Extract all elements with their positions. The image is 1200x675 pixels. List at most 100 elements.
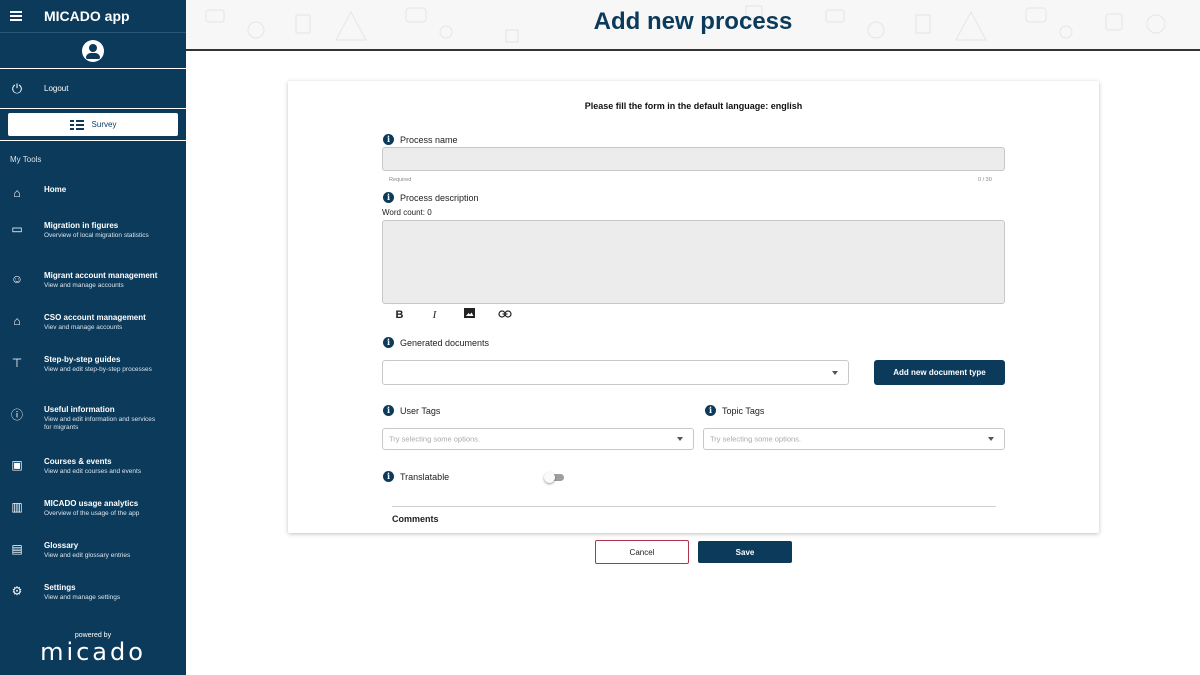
chevron-down-icon: [832, 370, 838, 375]
topic-tags-label-row: i Topic Tags: [705, 405, 764, 416]
sidebar-item-home[interactable]: ⌂ Home: [0, 184, 66, 200]
generated-docs-select[interactable]: [382, 360, 849, 385]
sidebar-item-settings[interactable]: ⚙ Settings View and manage settings: [0, 582, 164, 602]
sidebar-item-courses-events[interactable]: ▣ Courses & events View and edit courses a…: [0, 456, 164, 476]
user-avatar-row: [0, 32, 186, 69]
sidebar-item-subtitle: View and manage accounts: [44, 282, 124, 289]
logout-button[interactable]: ⏻ Logout: [0, 69, 186, 109]
word-count: Word count: 0: [382, 208, 432, 217]
sidebar-item-text: Glossary View and edit glossary entries: [44, 540, 164, 560]
sidebar-item-title: CSO account management: [44, 313, 146, 322]
figures-icon: ▭: [11, 222, 23, 236]
char-counter: 0 / 30: [978, 177, 992, 183]
sidebar-item-subtitle: Overview of the usage of the app: [44, 510, 140, 517]
user-avatar-icon[interactable]: [82, 39, 104, 62]
sidebar-item-title: Home: [44, 185, 67, 194]
sidebar-item-subtitle: View and manage settings: [44, 594, 121, 601]
add-document-type-button[interactable]: Add new document type: [874, 360, 1005, 385]
sidebar-item-text: Step-by-step guides View and edit step-by…: [44, 354, 164, 374]
topic-tags-select[interactable]: Try selecting some options.: [703, 428, 1005, 450]
required-hint: Required: [389, 177, 412, 183]
save-button[interactable]: Save: [698, 541, 792, 563]
comments-heading[interactable]: Comments: [392, 514, 439, 524]
description-label: Process description: [400, 192, 479, 203]
sidebar-item-subtitle: Overview of local migration statistics: [44, 232, 149, 239]
survey-section: Survey: [0, 109, 186, 141]
cancel-button[interactable]: Cancel: [595, 540, 689, 564]
sidebar-item-micado-usage-analytics[interactable]: ▥ MICADO usage analytics Overview of the u…: [0, 498, 164, 518]
info-icon[interactable]: i: [383, 405, 394, 416]
italic-button[interactable]: I: [417, 309, 452, 321]
generated-docs-label: Generated documents: [400, 337, 490, 348]
hamburger-menu-icon[interactable]: [10, 11, 24, 21]
survey-button[interactable]: Survey: [8, 113, 178, 136]
image-icon: [464, 308, 475, 318]
sidebar-item-glossary[interactable]: ▤ Glossary View and edit glossary entries: [0, 540, 164, 560]
sidebar-item-title: Settings: [44, 583, 76, 592]
info-icon[interactable]: i: [383, 471, 394, 482]
sidebar-item-title: Glossary: [44, 541, 79, 550]
toggle-knob: [544, 472, 555, 483]
sidebar-item-migration-in-figures[interactable]: ▭ Migration in figures Overview of local m…: [0, 220, 164, 240]
info-icon[interactable]: i: [383, 337, 394, 348]
info-icon[interactable]: i: [705, 405, 716, 416]
link-button[interactable]: [487, 309, 522, 321]
sidebar-item-text: Migrant account management View and manag…: [44, 270, 164, 290]
my-tools-heading: My Tools: [10, 155, 42, 164]
calendar-icon: ▣: [11, 458, 23, 472]
sidebar-item-title: Courses & events: [44, 457, 112, 466]
editor-toolbar: B I: [382, 308, 522, 321]
process-name-input[interactable]: [382, 147, 1005, 171]
sidebar-item-useful-information[interactable]: ⓘ Useful information View and edit informa…: [0, 404, 164, 432]
survey-list-icon: [69, 119, 84, 130]
sidebar-item-migrant-account-management[interactable]: ☺ Migrant account management View and mana…: [0, 270, 164, 290]
bold-button[interactable]: B: [382, 309, 417, 321]
description-editor[interactable]: [382, 220, 1005, 304]
sidebar-item-subtitle: View and edit step-by-step processes: [44, 366, 152, 373]
image-button[interactable]: [452, 308, 487, 321]
logout-label: Logout: [44, 84, 69, 93]
chevron-down-icon: [988, 437, 994, 441]
info-icon: ⓘ: [10, 408, 23, 422]
translatable-label-row: i Translatable: [383, 471, 449, 482]
sidebar-item-text: Home: [44, 184, 66, 195]
powered-by: powered by micado: [0, 632, 186, 665]
glossary-icon: ▤: [11, 542, 23, 556]
sidebar: MICADO app ⏻ Logout Survey My Tools ⌂ Hom…: [0, 0, 186, 675]
sidebar-item-title: Step-by-step guides: [44, 355, 121, 364]
topic-tags-placeholder: Try selecting some options.: [710, 434, 802, 444]
sidebar-item-text: Settings View and manage settings: [44, 582, 164, 602]
user-tags-select[interactable]: Try selecting some options.: [382, 428, 694, 450]
sidebar-item-subtitle: View and edit information and services f…: [44, 416, 156, 431]
topic-tags-label: Topic Tags: [722, 405, 765, 416]
sidebar-item-subtitle: Viev and manage accounts: [44, 324, 123, 331]
sidebar-item-text: Useful information View and edit informat…: [44, 404, 164, 432]
account-icon: ☺: [10, 272, 24, 286]
translatable-label: Translatable: [400, 471, 450, 482]
sidebar-item-text: Courses & events View and edit courses an…: [44, 456, 164, 476]
description-label-row: i Process description: [383, 192, 479, 203]
process-form-card: Please fill the form in the default lang…: [288, 81, 1099, 533]
settings-icon: ⚙: [11, 584, 23, 598]
user-tags-placeholder: Try selecting some options.: [389, 434, 481, 444]
sidebar-item-subtitle: View and edit glossary entries: [44, 552, 131, 559]
home-icon: ⌂: [13, 186, 21, 200]
analytics-icon: ▥: [11, 500, 23, 514]
sidebar-item-step-by-step-guides[interactable]: ⊤ Step-by-step guides View and edit step-b…: [0, 354, 164, 374]
info-icon[interactable]: i: [383, 192, 394, 203]
micado-logo: micado: [40, 638, 146, 666]
generated-docs-label-row: i Generated documents: [383, 337, 489, 348]
user-tags-label: User Tags: [400, 405, 441, 416]
guide-icon: ⊤: [11, 356, 23, 370]
user-tags-label-row: i User Tags: [383, 405, 440, 416]
info-icon[interactable]: i: [383, 134, 394, 145]
process-name-label: Process name: [400, 134, 458, 145]
sidebar-item-text: Migration in figures Overview of local mi…: [44, 220, 164, 240]
chevron-down-icon: [677, 437, 683, 441]
translatable-toggle[interactable]: [544, 472, 564, 483]
process-name-label-row: i Process name: [383, 134, 458, 145]
sidebar-item-text: CSO account management Viev and manage ac…: [44, 312, 164, 332]
power-icon: ⏻: [11, 80, 23, 96]
sidebar-item-title: MICADO usage analytics: [44, 499, 139, 508]
sidebar-item-cso-account-management[interactable]: ⌂ CSO account management Viev and manage a…: [0, 312, 164, 332]
